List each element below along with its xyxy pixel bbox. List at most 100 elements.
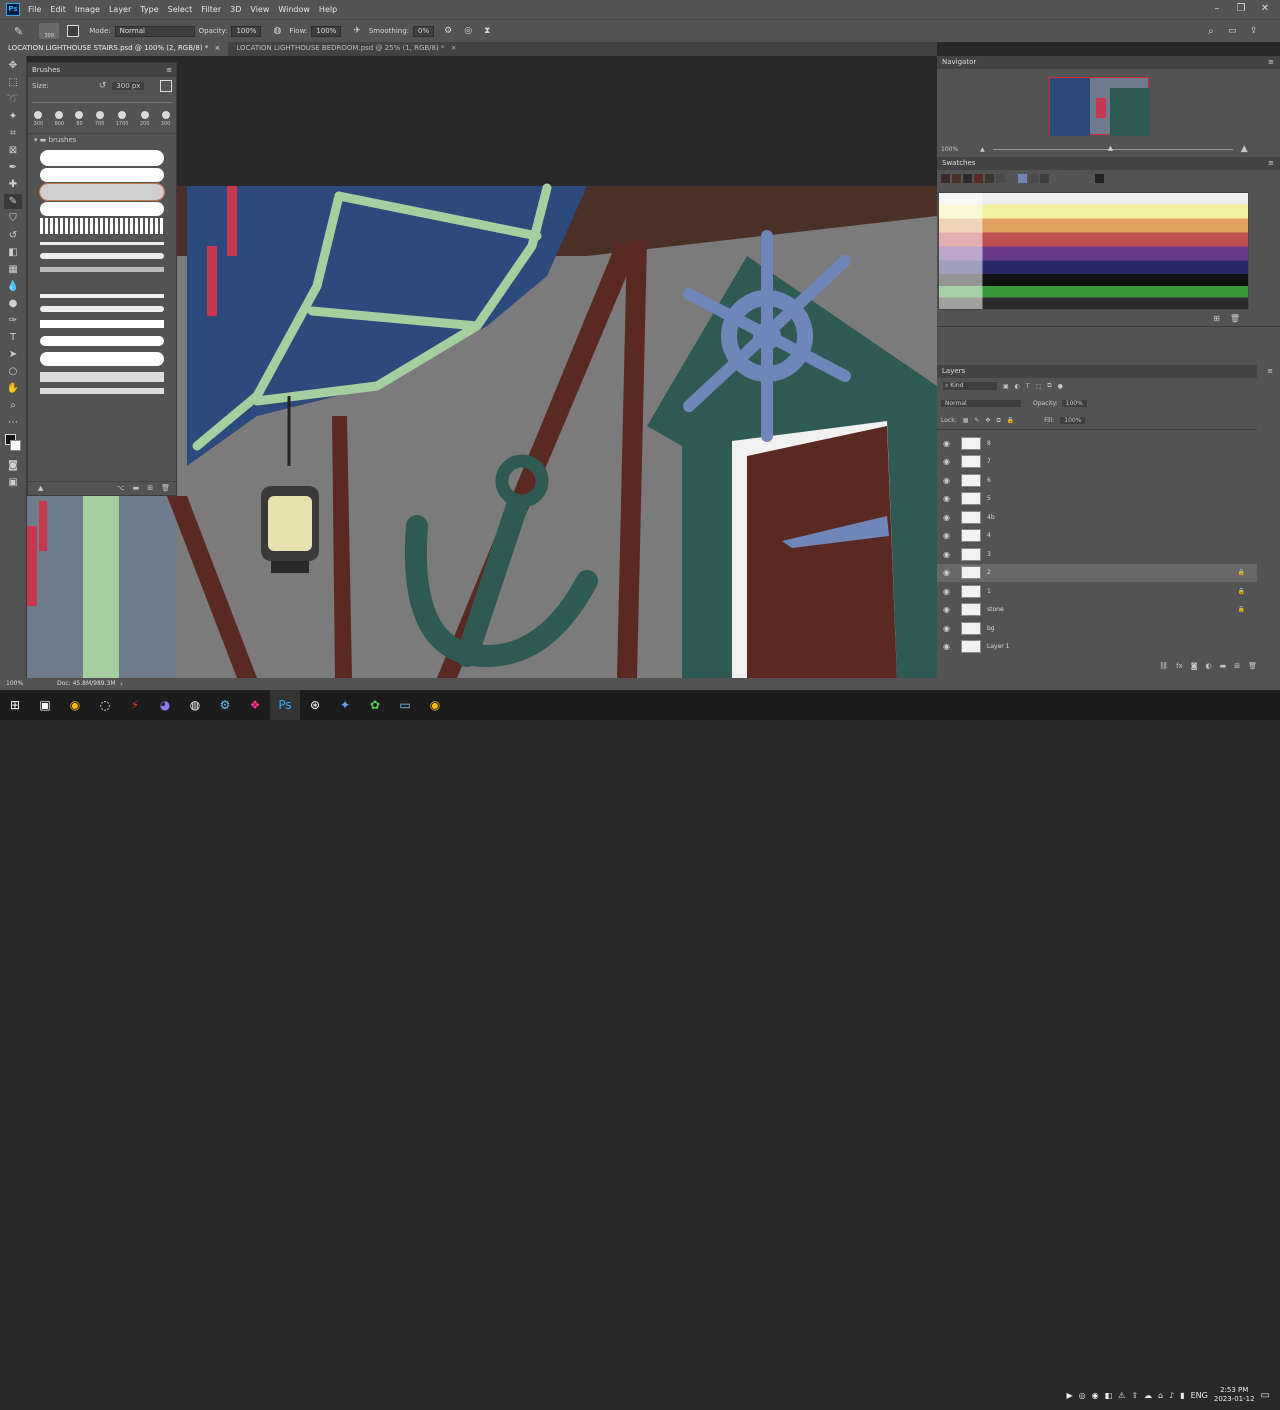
lasso-icon[interactable]: ➰ — [4, 92, 22, 107]
delete-layer-icon[interactable]: 🗑 — [1248, 662, 1257, 670]
workspace-icon[interactable]: ▭ — [1228, 26, 1237, 36]
preset-0[interactable]: 300 — [34, 111, 43, 127]
mode-select[interactable]: Normal — [114, 25, 195, 37]
brush-stroke[interactable] — [40, 320, 164, 328]
preset-5[interactable]: 200 — [140, 111, 149, 127]
pen-icon[interactable]: ✑ — [4, 313, 22, 328]
share-icon[interactable]: ⇪ — [1250, 26, 1258, 36]
eye-icon[interactable]: ◉ — [943, 605, 957, 614]
tray-icon[interactable]: ⇪ — [1131, 1391, 1138, 1400]
panel-menu-icon[interactable]: ≡ — [1267, 365, 1273, 378]
color-swatches[interactable] — [0, 432, 27, 456]
path-select-icon[interactable]: ➤ — [4, 347, 22, 362]
healing-icon[interactable]: ✚ — [4, 177, 22, 192]
battery-icon[interactable]: ▮ — [1180, 1391, 1184, 1400]
brush-stroke[interactable] — [40, 253, 164, 259]
fx-icon[interactable]: fx — [1176, 662, 1183, 670]
hand-icon[interactable]: ✋ — [4, 381, 22, 396]
view-toggle-icon[interactable]: ⌥ — [117, 484, 125, 492]
background-color[interactable] — [10, 440, 21, 451]
menu-3d[interactable]: 3D — [230, 5, 241, 14]
tray-icon[interactable]: ☁ — [1144, 1391, 1152, 1400]
brush-folder[interactable]: ▾ ▬ brushes — [28, 133, 176, 146]
navigator-zoom-slider[interactable]: ▲ — [992, 144, 1233, 152]
blur-icon[interactable]: 💧 — [4, 279, 22, 294]
preview-size-slider[interactable]: ▲ — [38, 484, 43, 492]
kind-filter[interactable]: ⌕ Kind — [943, 382, 997, 390]
tab-lighthouse-bedroom[interactable]: LOCATION LIGHTHOUSE BEDROOM.psd @ 25% (1… — [228, 42, 464, 56]
layer-opacity-field[interactable]: 100% — [1061, 399, 1087, 407]
brush-icon[interactable]: ✎ — [4, 194, 22, 209]
brush-stroke[interactable] — [40, 294, 164, 298]
brush-stroke[interactable] — [40, 306, 164, 312]
status-arrow-icon[interactable]: › — [120, 678, 123, 690]
search-icon[interactable]: ⌕ — [1208, 26, 1214, 37]
brush-tool-icon[interactable]: ✎ — [14, 25, 23, 38]
brush-stroke[interactable] — [40, 336, 164, 346]
filter-smart-icon[interactable]: ⧉ — [1047, 382, 1051, 390]
type-icon[interactable]: T — [4, 330, 22, 345]
tray-icon[interactable]: ◎ — [1079, 1391, 1086, 1400]
app-icon[interactable]: ❖ — [240, 690, 270, 720]
screen-mode-icon[interactable]: ▣ — [4, 475, 22, 490]
eye-icon[interactable]: ◉ — [943, 457, 957, 466]
eye-icon[interactable]: ◉ — [943, 642, 957, 651]
brush-size-slider[interactable] — [32, 97, 172, 103]
new-brush-icon[interactable]: ⊞ — [147, 484, 153, 492]
new-group-icon[interactable]: ▬ — [1220, 662, 1227, 670]
app-icon[interactable]: ⚡ — [120, 690, 150, 720]
smoothing-gear-icon[interactable]: ⚙ — [444, 26, 452, 36]
filter-toggle-icon[interactable]: ● — [1058, 383, 1063, 390]
menu-edit[interactable]: Edit — [50, 5, 66, 14]
lock-transparent-icon[interactable]: ▦ — [963, 417, 969, 424]
lock-position-icon[interactable]: ✥ — [985, 417, 990, 424]
discord-icon[interactable]: ◕ — [150, 690, 180, 720]
brush-stroke-selected[interactable] — [39, 183, 165, 201]
eye-icon[interactable]: ◉ — [943, 476, 957, 485]
lock-artboard-icon[interactable]: ⧉ — [996, 417, 1000, 425]
brush-stroke[interactable] — [40, 150, 164, 166]
preset-6[interactable]: 300 — [161, 111, 170, 127]
brush-size-preview[interactable]: 300 — [39, 23, 60, 39]
zoom-out-icon[interactable]: ▲ — [980, 146, 985, 153]
brush-stroke[interactable] — [40, 352, 164, 366]
shape-icon[interactable]: ○ — [4, 364, 22, 379]
add-mask-icon[interactable]: ◙ — [1191, 662, 1198, 670]
layer-row-selected[interactable]: ◉ 2 🔒 — [937, 563, 1257, 582]
eraser-icon[interactable]: ◧ — [4, 245, 22, 260]
frame-icon[interactable]: ⊠ — [4, 143, 22, 158]
new-group-icon[interactable]: ▬ — [133, 484, 140, 492]
zoom-in-icon[interactable]: ▲ — [1241, 144, 1248, 154]
layer-row[interactable]: ◉ 4 — [937, 527, 1257, 546]
eye-icon[interactable]: ◉ — [943, 568, 957, 577]
app-icon[interactable]: ▭ — [390, 690, 420, 720]
move-icon[interactable]: ✥ — [4, 58, 22, 73]
filter-type-icon[interactable]: T — [1026, 383, 1030, 390]
delete-swatch-icon[interactable]: 🗑 — [1230, 314, 1240, 323]
brush-stroke[interactable] — [40, 218, 164, 234]
stamp-icon[interactable]: ⛉ — [4, 211, 22, 226]
chrome-icon[interactable]: ◉ — [60, 690, 90, 720]
link-layers-icon[interactable]: ⛓ — [1159, 662, 1168, 670]
tray-icon[interactable]: ▶ — [1066, 1391, 1072, 1400]
opacity-field[interactable]: 100% — [231, 25, 262, 37]
fill-field[interactable]: 100% — [1060, 417, 1086, 424]
marquee-icon[interactable]: ⬚ — [4, 75, 22, 90]
layer-row[interactable]: ◉ 6 — [937, 471, 1257, 490]
eye-icon[interactable]: ◉ — [943, 494, 957, 503]
layer-row[interactable]: ◉ stone 🔒 — [937, 601, 1257, 620]
menu-layer[interactable]: Layer — [109, 5, 131, 14]
preset-3[interactable]: 700 — [95, 111, 104, 127]
filter-pixel-icon[interactable]: ▣ — [1003, 383, 1009, 390]
tray-icon[interactable]: ◉ — [1092, 1391, 1099, 1400]
task-view-icon[interactable]: ▣ — [30, 690, 60, 720]
eye-icon[interactable]: ◉ — [943, 587, 957, 596]
magic-wand-icon[interactable]: ✦ — [4, 109, 22, 124]
brush-size-field[interactable]: 300 px — [112, 82, 145, 90]
brush-stroke[interactable] — [40, 242, 164, 245]
layer-row[interactable]: ◉ bg — [937, 619, 1257, 638]
tray-icon[interactable]: ⚠ — [1118, 1391, 1125, 1400]
menu-window[interactable]: Window — [278, 5, 310, 14]
brush-settings-icon[interactable] — [67, 25, 80, 37]
panel-menu-icon[interactable]: ≡ — [1268, 56, 1274, 69]
